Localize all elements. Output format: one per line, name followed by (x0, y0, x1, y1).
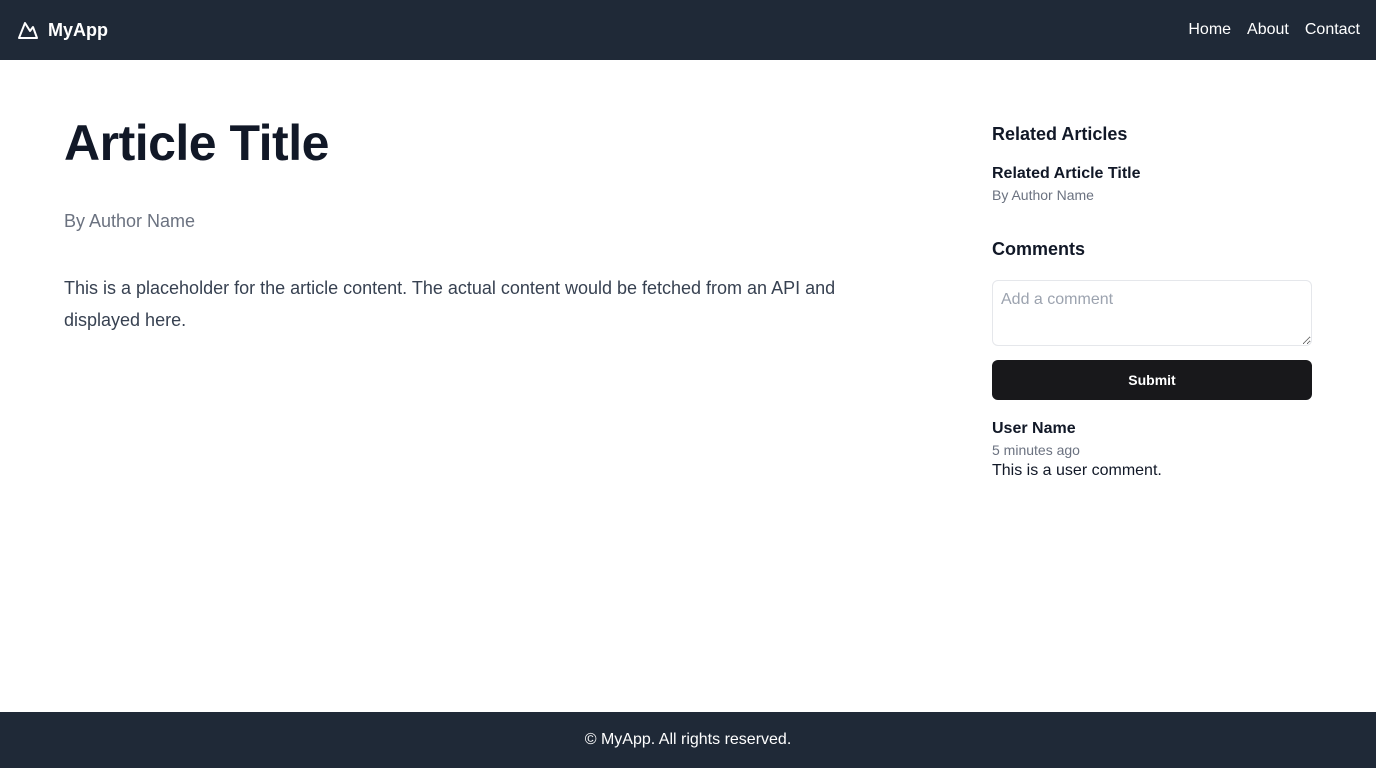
mountain-icon (16, 18, 40, 42)
sidebar: Related Articles Related Article Title B… (992, 124, 1312, 480)
comment-input[interactable] (992, 280, 1312, 346)
brand-link[interactable]: MyApp (16, 18, 108, 42)
related-article-title: Related Article Title (992, 165, 1141, 182)
nav-contact-link[interactable]: Contact (1305, 21, 1360, 39)
brand-name: MyApp (48, 19, 108, 40)
top-navbar: MyApp Home About Contact (0, 0, 1376, 60)
article-title: Article Title (64, 115, 329, 171)
comment-user-name: User Name (992, 420, 1076, 437)
article-author: By Author Name (64, 211, 196, 231)
related-articles-section: Related Articles Related Article Title B… (992, 124, 1312, 203)
related-article-item[interactable]: Related Article Title By Author Name (992, 165, 1312, 203)
nav-about-link[interactable]: About (1247, 21, 1289, 39)
footer: © MyApp. All rights reserved. (0, 712, 1376, 768)
related-article-author: By Author Name (992, 187, 1094, 203)
footer-copyright: © MyApp. All rights reserved. (584, 731, 792, 748)
nav-home-link[interactable]: Home (1188, 21, 1231, 39)
page: MyApp Home About Contact Article Title B… (0, 0, 1376, 768)
comment-item: User Name 5 minutes ago This is a user c… (992, 420, 1312, 480)
article: Article Title By Author Name This is a p… (64, 116, 914, 336)
main-nav: Home About Contact (1188, 21, 1360, 39)
comments-section: Comments Submit User Name 5 minutes ago … (992, 239, 1312, 480)
submit-comment-button[interactable]: Submit (992, 360, 1312, 400)
comment-timestamp: 5 minutes ago (992, 442, 1080, 458)
article-body: This is a placeholder for the article co… (64, 278, 836, 330)
related-articles-heading: Related Articles (992, 124, 1128, 144)
comments-heading: Comments (992, 239, 1086, 259)
comment-text: This is a user comment. (992, 462, 1162, 479)
